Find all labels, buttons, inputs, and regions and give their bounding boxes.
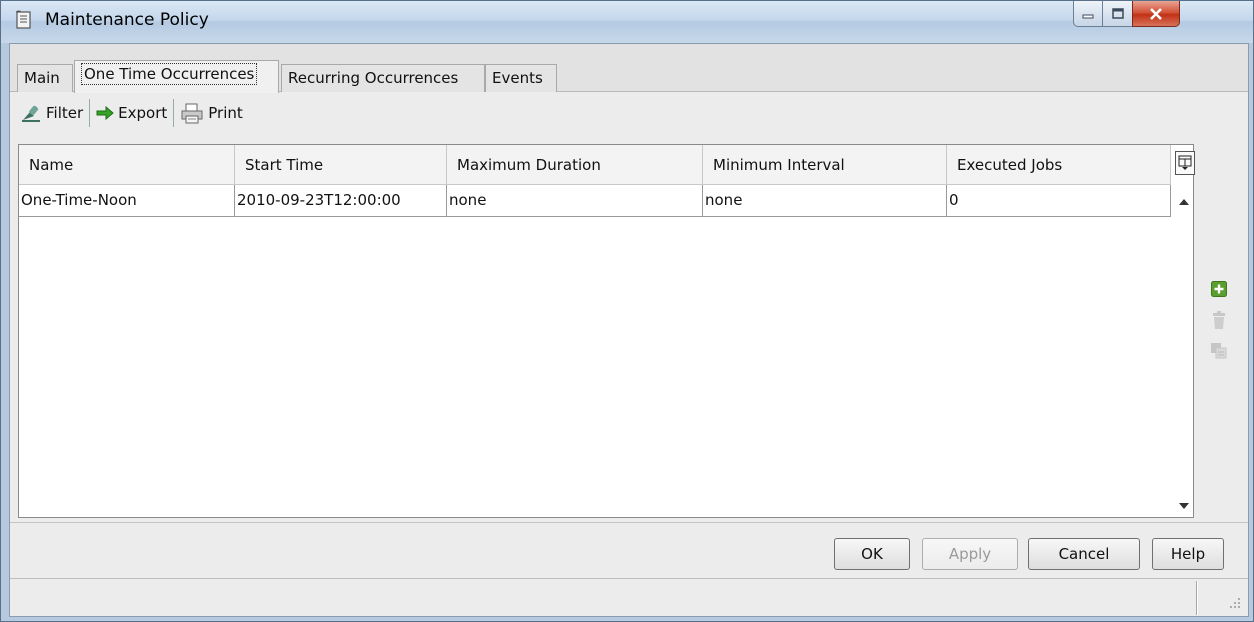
print-label: Print (208, 104, 243, 122)
toolbar: Filter Export Print (10, 94, 1248, 132)
dialog-content: Main One Time Occurrences Recurring Occu… (9, 43, 1249, 617)
dialog-buttons: OK Apply Cancel Help (10, 524, 1248, 578)
delete-button[interactable] (1210, 311, 1228, 329)
help-button[interactable]: Help (1152, 538, 1224, 570)
ok-button[interactable]: OK (834, 538, 910, 570)
column-header-start-time[interactable]: Start Time (235, 145, 447, 185)
close-button[interactable] (1132, 1, 1180, 27)
scroll-down-icon[interactable] (1179, 503, 1189, 509)
print-button[interactable]: Print (176, 98, 247, 128)
arrow-right-icon (96, 106, 114, 120)
printer-icon (181, 103, 203, 124)
vertical-scrollbar[interactable] (1175, 185, 1193, 517)
minimize-icon (1082, 14, 1094, 18)
toolbar-separator (89, 99, 91, 127)
title-bar[interactable]: Maintenance Policy (1, 1, 1253, 43)
resize-grip-icon[interactable] (1224, 595, 1242, 613)
maintenance-policy-window: Maintenance Policy Main One Time Occurre… (0, 0, 1254, 622)
apply-button[interactable]: Apply (922, 538, 1018, 570)
divider (10, 522, 1248, 523)
table-row[interactable]: One-Time-Noon 2010-09-23T12:00:00 none n… (19, 185, 1171, 217)
copy-icon (1211, 343, 1227, 359)
export-button[interactable]: Export (92, 98, 171, 128)
cell-name: One-Time-Noon (19, 185, 235, 217)
filter-button[interactable]: Filter (16, 98, 87, 128)
copy-button[interactable] (1210, 342, 1228, 360)
close-icon (1150, 7, 1162, 20)
tab-one-time-occurrences[interactable]: One Time Occurrences (74, 60, 279, 93)
cell-start-time: 2010-09-23T12:00:00 (235, 185, 447, 217)
filter-label: Filter (46, 104, 84, 122)
cancel-button[interactable]: Cancel (1028, 538, 1140, 570)
status-separator (1196, 581, 1198, 615)
maximize-button[interactable] (1102, 1, 1133, 27)
window-title: Maintenance Policy (45, 10, 209, 30)
minimize-button[interactable] (1073, 1, 1103, 27)
column-chooser-button[interactable] (1175, 151, 1195, 175)
cell-executed-jobs: 0 (947, 185, 1171, 217)
scroll-up-icon[interactable] (1179, 199, 1189, 205)
trash-icon (1213, 311, 1225, 329)
tab-main[interactable]: Main (17, 64, 73, 92)
column-header-maximum-duration[interactable]: Maximum Duration (447, 145, 703, 185)
side-actions (1210, 280, 1232, 373)
export-label: Export (118, 104, 168, 122)
table-header: Name Start Time Maximum Duration Minimum… (19, 145, 1171, 185)
column-header-executed-jobs[interactable]: Executed Jobs (947, 145, 1171, 185)
add-button[interactable] (1210, 280, 1228, 298)
scroll-icon (15, 10, 31, 29)
cell-maximum-duration: none (447, 185, 703, 217)
plus-icon (1211, 281, 1227, 297)
toolbar-separator (173, 99, 175, 127)
tab-strip: Main One Time Occurrences Recurring Occu… (10, 44, 1248, 93)
cell-minimum-interval: none (703, 185, 947, 217)
column-header-name[interactable]: Name (19, 145, 235, 185)
status-bar (10, 578, 1248, 616)
tab-recurring-occurrences[interactable]: Recurring Occurrences (281, 64, 485, 92)
filter-icon (22, 105, 40, 122)
occurrences-table: Name Start Time Maximum Duration Minimum… (18, 144, 1195, 518)
column-header-minimum-interval[interactable]: Minimum Interval (703, 145, 947, 185)
column-chooser-icon (1178, 155, 1192, 170)
maximize-icon (1111, 8, 1124, 19)
tab-events[interactable]: Events (485, 64, 557, 92)
